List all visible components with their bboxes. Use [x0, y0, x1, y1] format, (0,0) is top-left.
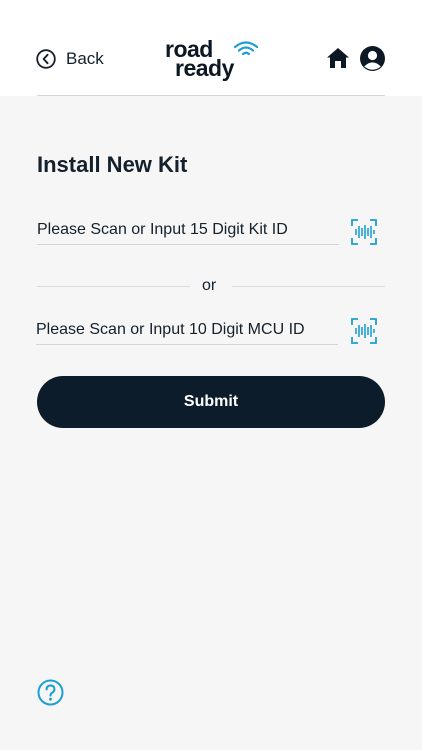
home-icon[interactable]	[326, 47, 350, 69]
kit-id-field[interactable]	[37, 218, 339, 245]
barcode-scan-icon[interactable]	[351, 219, 377, 245]
back-button[interactable]: Back	[36, 46, 104, 72]
divider-line-left	[37, 286, 190, 287]
divider-line-right	[232, 286, 385, 287]
logo-word-ready: ready	[175, 55, 234, 81]
submit-label: Submit	[183, 393, 239, 410]
road-ready-logo: road ready	[163, 38, 263, 82]
back-label: Back	[66, 49, 104, 68]
user-circle-icon[interactable]	[359, 45, 386, 72]
or-separator: or	[202, 277, 217, 294]
mcu-id-input[interactable]	[36, 318, 338, 342]
signal-icon	[233, 41, 259, 56]
chevron-left-circle-icon	[36, 49, 56, 69]
app-header: Back road ready	[0, 0, 422, 96]
header-divider	[37, 95, 385, 96]
mcu-id-field[interactable]	[36, 318, 338, 345]
page-title: Install New Kit	[37, 152, 188, 177]
submit-button[interactable]: Submit	[37, 376, 385, 428]
barcode-scan-icon[interactable]	[351, 318, 377, 344]
kit-id-input[interactable]	[37, 218, 339, 242]
question-circle-icon[interactable]	[37, 679, 64, 706]
